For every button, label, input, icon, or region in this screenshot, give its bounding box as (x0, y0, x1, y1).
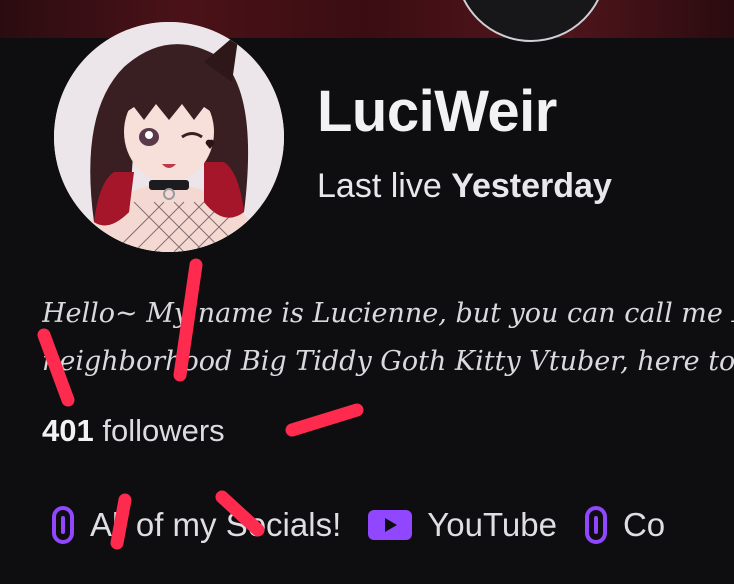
last-live-status: Last live Yesterday (317, 167, 612, 206)
channel-profile-page: LuciWeir Last live Yesterday Hello~ My n… (0, 0, 734, 584)
social-links: All of my Socials! YouTube Co (50, 500, 691, 550)
followers-label: followers (102, 413, 225, 448)
channel-banner (0, 0, 734, 38)
follower-count: 401 followers (42, 413, 225, 449)
social-link-youtube[interactable]: YouTube (367, 506, 557, 544)
followers-number: 401 (42, 413, 94, 448)
bio-line: Hello~ My name is Lucienne, but you can … (42, 298, 734, 329)
bio-line: neighborhood Big Tiddy Goth Kitty Vtuber… (42, 346, 734, 377)
social-link-co[interactable]: Co (583, 505, 665, 545)
link-icon (50, 505, 76, 545)
channel-bio: Hello~ My name is Lucienne, but you can … (42, 290, 734, 386)
channel-name: LuciWeir (317, 79, 557, 144)
social-link-label: YouTube (427, 506, 557, 543)
annotation-stroke (285, 403, 364, 437)
link-icon (583, 505, 609, 545)
social-link-label: Co (622, 506, 666, 543)
social-link-label: All of my Socials! (90, 506, 342, 543)
avatar[interactable] (54, 22, 284, 252)
last-live-value: Yesterday (451, 167, 612, 205)
social-link-all-socials[interactable]: All of my Socials! (50, 505, 341, 545)
youtube-icon (367, 508, 413, 542)
last-live-label: Last live (317, 167, 442, 205)
